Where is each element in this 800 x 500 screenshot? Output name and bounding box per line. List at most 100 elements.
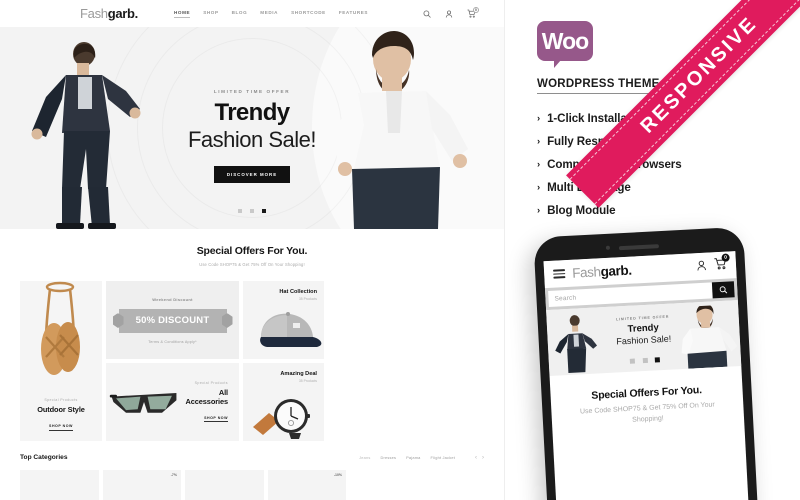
nav-item-features[interactable]: FEATURES <box>339 10 368 18</box>
tile-hat-count: 35 Products <box>298 297 317 301</box>
mobile-header-icons: 0 <box>696 252 730 276</box>
product-row: -7% -10% <box>20 470 484 500</box>
product-card[interactable] <box>20 470 99 500</box>
nav-item-shortcode[interactable]: SHORTCODE <box>291 10 326 18</box>
phone-mockup: Fashgarb. 0 Search LIMITED TIME OFFER Tr… <box>533 226 759 500</box>
hero-content: LIMITED TIME OFFER Trendy Fashion Sale! … <box>0 89 504 184</box>
tile-amazing-deal[interactable]: Amazing Deal 35 Products <box>243 363 324 441</box>
top-categories-header: Top Categories Jeans Dresses Pajama Flig… <box>20 454 484 461</box>
phone-speaker <box>618 244 659 250</box>
product-discount-badge: -10% <box>333 473 342 477</box>
theme-preview-page: Fashgarb. HOME SHOP BLOG MEDIA SHORTCODE… <box>0 0 800 500</box>
sunglasses-image <box>109 392 177 413</box>
chevron-right-icon: › <box>537 205 541 216</box>
nav-item-blog[interactable]: BLOG <box>232 10 248 18</box>
chevron-right-icon: › <box>537 182 541 193</box>
tile-discount-eyebrow: Weekend Discount <box>152 296 193 302</box>
sandal-image <box>41 281 80 375</box>
filter-jeans[interactable]: Jeans <box>359 455 370 460</box>
tile-watch-count: 35 Products <box>298 379 317 383</box>
chevron-right-icon: › <box>537 113 541 124</box>
offers-tile-grid: Special Products Outdoor Style SHOP NOW … <box>20 281 484 441</box>
mobile-logo[interactable]: Fashgarb. <box>572 263 632 281</box>
tile-outdoor-caption: Special Products Outdoor Style SHOP NOW <box>20 398 102 432</box>
hero-title-line2: Fashion Sale! <box>187 127 317 152</box>
mobile-hero-dot-2[interactable] <box>642 357 648 364</box>
tile-outdoor-style[interactable]: Special Products Outdoor Style SHOP NOW <box>20 281 102 441</box>
tile-outdoor-eyebrow: Special Products <box>44 398 78 402</box>
hero-banner: LIMITED TIME OFFER Trendy Fashion Sale! … <box>0 27 504 229</box>
promo-panel: RESPONSIVE Woo WORDPRESS THEME › 1-Click… <box>505 0 800 500</box>
prev-arrow-icon[interactable]: ‹ <box>475 455 477 461</box>
tile-all-accessories[interactable]: Special Products All Accessories SHOP NO… <box>106 363 239 441</box>
product-card[interactable] <box>185 470 264 500</box>
mobile-hero-dot-1[interactable] <box>629 358 636 364</box>
carousel-arrows: ‹ › <box>475 455 484 461</box>
site-logo[interactable]: Fashgarb. <box>80 6 138 21</box>
feature-item-blog-module: › Blog Module <box>537 204 800 217</box>
tile-outdoor-title: Outdoor Style <box>37 405 85 414</box>
search-icon[interactable] <box>423 10 431 18</box>
user-icon[interactable] <box>696 257 708 276</box>
mobile-cart-count-badge: 0 <box>721 252 730 262</box>
nav-item-media[interactable]: MEDIA <box>260 10 278 18</box>
woo-logo-text: Woo <box>541 27 589 54</box>
nav-item-shop[interactable]: SHOP <box>203 10 218 18</box>
mobile-offers-subtitle: Use Code SHOP75 & Get 75% Off On Your Sh… <box>579 401 715 424</box>
product-card[interactable]: -10% <box>267 470 346 500</box>
tile-watch-caption: Amazing Deal 35 Products <box>280 371 317 383</box>
phone-camera <box>605 245 611 250</box>
header-icons: 0 <box>423 7 479 18</box>
filter-flight-jacket[interactable]: Flight Jacket <box>431 455 455 460</box>
cart-icon[interactable]: 0 <box>467 7 479 18</box>
discount-ribbon: 50% DISCOUNT <box>118 308 227 333</box>
tile-accessories-caption: Special Products All Accessories SHOP NO… <box>180 381 239 424</box>
feature-label: Blog Module <box>547 204 616 217</box>
mobile-logo-part-1: Fash <box>571 264 601 281</box>
top-categories-title: Top Categories <box>20 454 68 461</box>
hero-title-line1: Trendy <box>214 99 290 126</box>
hero-discover-more-button[interactable]: DISCOVER MORE <box>213 166 291 184</box>
hamburger-menu-icon[interactable] <box>552 267 566 281</box>
tile-weekend-discount[interactable]: Weekend Discount 50% DISCOUNT Terms & Co… <box>106 281 239 359</box>
tile-accessories-eyebrow: Special Products <box>194 380 228 385</box>
tile-hat-caption: Hat Collection 35 Products <box>279 289 317 301</box>
tile-watch-title: Amazing Deal <box>280 371 317 377</box>
hero-carousel-dots <box>0 200 504 218</box>
user-icon[interactable] <box>445 9 453 18</box>
hero-dot-2[interactable] <box>249 208 255 213</box>
search-submit-button[interactable] <box>711 281 735 299</box>
wordpress-theme-label: WORDPRESS THEME <box>537 78 660 94</box>
tile-outdoor-shop-now[interactable]: SHOP NOW <box>49 424 73 431</box>
mobile-offers-section: Special Offers For You. Use Code SHOP75 … <box>550 366 745 430</box>
tile-discount-headline: 50% DISCOUNT <box>135 315 210 326</box>
mobile-hero-dot-3[interactable] <box>654 357 660 363</box>
filter-pajama[interactable]: Pajama <box>406 455 420 460</box>
cart-count-badge: 0 <box>473 7 479 13</box>
woocommerce-logo: Woo <box>537 21 593 68</box>
tile-hat-title: Hat Collection <box>279 289 317 295</box>
cap-image <box>260 312 322 347</box>
mobile-hero-banner: LIMITED TIME OFFER Trendy Fashion Sale! <box>546 300 742 377</box>
mobile-logo-part-2: garb. <box>600 262 632 280</box>
chevron-right-icon: › <box>537 159 541 170</box>
top-categories-filters: Jeans Dresses Pajama Flight Jacket ‹ › <box>359 455 484 461</box>
product-card[interactable]: -7% <box>102 470 181 500</box>
product-discount-badge: -7% <box>170 473 177 477</box>
cart-icon[interactable]: 0 <box>714 252 730 275</box>
phone-screen: Fashgarb. 0 Search LIMITED TIME OFFER Tr… <box>543 251 750 500</box>
desktop-site-preview: Fashgarb. HOME SHOP BLOG MEDIA SHORTCODE… <box>0 0 505 500</box>
next-arrow-icon[interactable]: › <box>482 455 484 461</box>
hero-dot-3[interactable] <box>261 208 267 213</box>
watch-image <box>253 399 310 439</box>
logo-part-2: garb. <box>107 6 139 21</box>
hero-eyebrow: LIMITED TIME OFFER <box>213 89 291 94</box>
tile-accessories-title: All Accessories <box>185 387 229 406</box>
nav-item-home[interactable]: HOME <box>174 10 191 18</box>
tile-accessories-shop-now[interactable]: SHOP NOW <box>204 416 228 422</box>
filter-dresses[interactable]: Dresses <box>380 455 396 460</box>
hero-dot-1[interactable] <box>237 208 243 213</box>
top-categories-section: Top Categories Jeans Dresses Pajama Flig… <box>20 454 484 500</box>
tile-discount-terms: Terms & Conditions Apply* <box>148 339 197 344</box>
tile-hat-collection[interactable]: Hat Collection 35 Products <box>243 281 324 359</box>
